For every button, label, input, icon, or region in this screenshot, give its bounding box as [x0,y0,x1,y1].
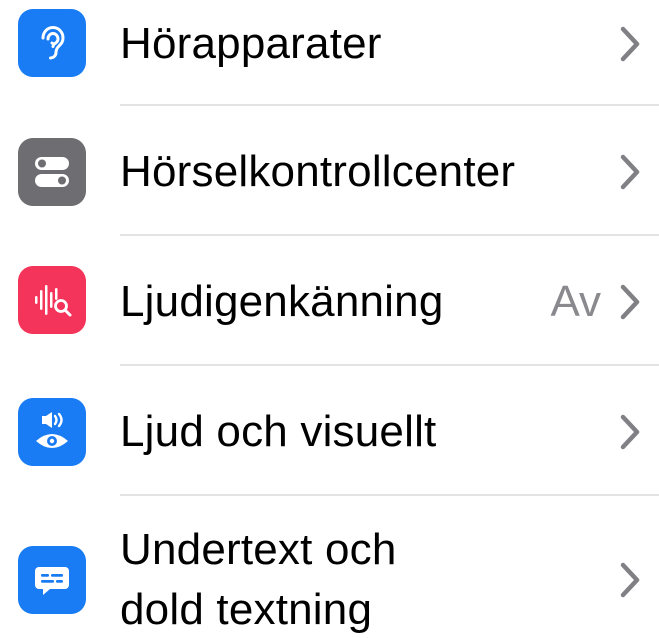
row-label-line-1: Undertext och [120,525,397,574]
chevron-right-icon [620,26,640,62]
chevron-right-icon [620,414,640,450]
row-value: Av [550,277,601,326]
row-label: Hörapparater [120,19,382,68]
speaker-eye-icon [18,398,86,466]
row-label-line-2: dold textning [120,585,373,634]
chevron-right-icon [620,284,640,320]
row-hearing-control-center[interactable]: Hörselkontrollcenter [0,106,659,234]
row-audio-visual[interactable]: Ljud och visuellt [0,366,659,494]
caption-bubble-icon [18,546,86,614]
toggles-icon [18,138,86,206]
row-sound-recognition[interactable]: Ljudigenkänning Av [0,236,659,364]
row-label: Hörselkontrollcenter [120,147,516,196]
ear-icon [18,9,86,77]
chevron-right-icon [620,154,640,190]
row-label: Ljudigenkänning [120,277,444,326]
row-subtitles-captioning[interactable]: Undertext och dold textning [0,496,659,638]
accessibility-hearing-list: Hörapparater Hörselkontrollcenter Ljudig… [0,0,659,638]
waveform-search-icon [18,266,86,334]
chevron-right-icon [620,562,640,598]
row-hearing-devices[interactable]: Hörapparater [0,0,659,104]
row-label: Ljud och visuellt [120,407,437,456]
